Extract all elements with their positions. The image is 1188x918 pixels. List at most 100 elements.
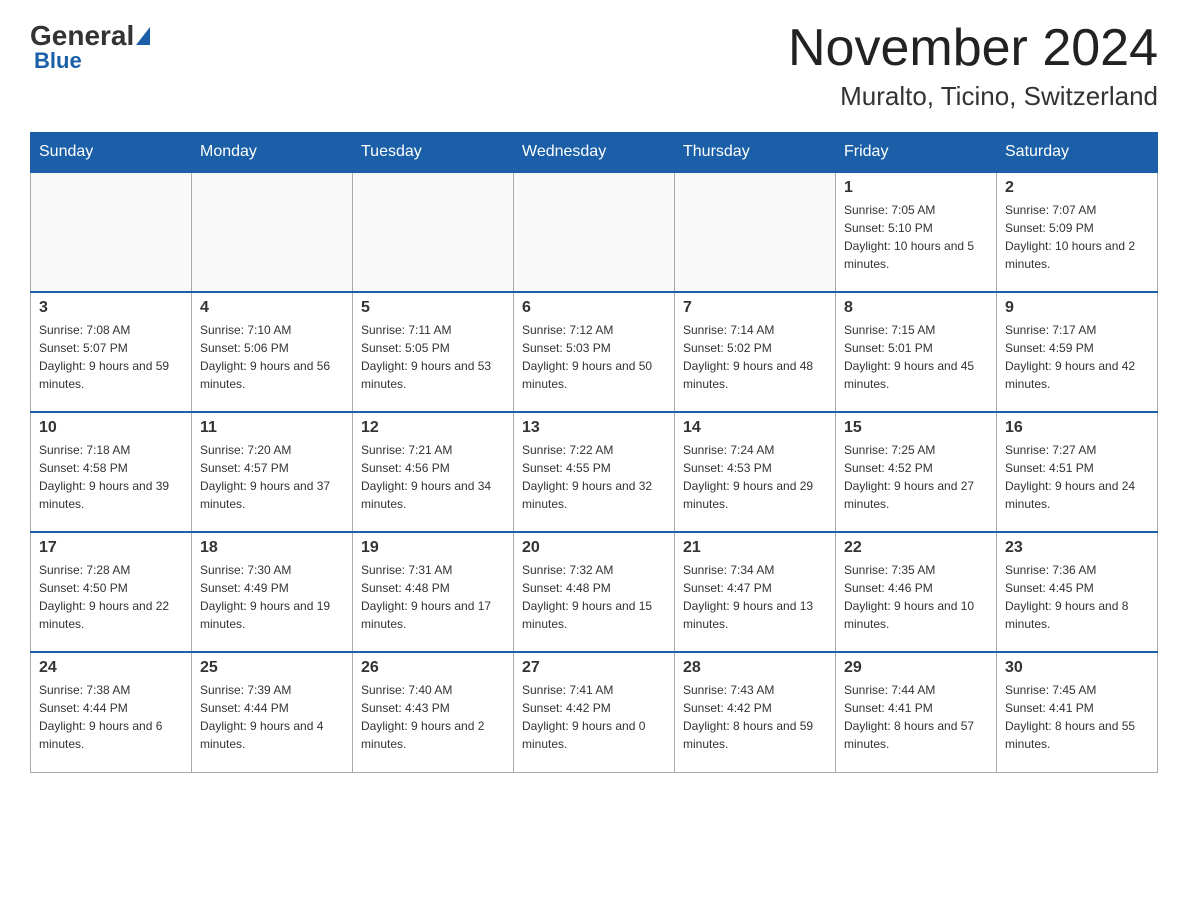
day-header-tuesday: Tuesday [353,133,514,173]
week-row-3: 10 Sunrise: 7:18 AMSunset: 4:58 PMDayligh… [31,412,1158,532]
day-info: Sunrise: 7:28 AMSunset: 4:50 PMDaylight:… [39,561,183,633]
day-info: Sunrise: 7:40 AMSunset: 4:43 PMDaylight:… [361,681,505,753]
logo-blue-text: Blue [34,48,82,74]
day-number: 21 [683,539,827,557]
day-info: Sunrise: 7:08 AMSunset: 5:07 PMDaylight:… [39,321,183,393]
day-header-monday: Monday [192,133,353,173]
calendar-cell: 13Sunrise: 7:22 AMSunset: 4:55 PMDayligh… [514,412,675,532]
calendar-cell: 30 Sunrise: 7:45 AMSunset: 4:41 PMDayligh… [997,652,1158,772]
day-number: 19 [361,539,505,557]
day-number: 22 [844,539,988,557]
calendar-cell [192,172,353,292]
calendar-cell: 29 Sunrise: 7:44 AMSunset: 4:41 PMDayligh… [836,652,997,772]
calendar-cell: 7 Sunrise: 7:14 AMSunset: 5:02 PMDaylight… [675,292,836,412]
week-row-5: 24 Sunrise: 7:38 AMSunset: 4:44 PMDayligh… [31,652,1158,772]
day-number: 6 [522,299,666,317]
day-number: 23 [1005,539,1149,557]
day-info: Sunrise: 7:31 AMSunset: 4:48 PMDaylight:… [361,561,505,633]
day-info: Sunrise: 7:12 AMSunset: 5:03 PMDaylight:… [522,321,666,393]
location-subtitle: Muralto, Ticino, Switzerland [788,81,1158,112]
day-number: 12 [361,419,505,437]
calendar-cell: 17 Sunrise: 7:28 AMSunset: 4:50 PMDayligh… [31,532,192,652]
day-info: Sunrise: 7:10 AMSunset: 5:06 PMDaylight:… [200,321,344,393]
calendar-cell: 23Sunrise: 7:36 AMSunset: 4:45 PMDayligh… [997,532,1158,652]
day-info: Sunrise: 7:18 AMSunset: 4:58 PMDaylight:… [39,441,183,513]
day-info: Sunrise: 7:24 AMSunset: 4:53 PMDaylight:… [683,441,827,513]
calendar-cell [514,172,675,292]
calendar-cell [353,172,514,292]
day-info: Sunrise: 7:07 AMSunset: 5:09 PMDaylight:… [1005,201,1149,273]
day-info: Sunrise: 7:14 AMSunset: 5:02 PMDaylight:… [683,321,827,393]
day-number: 18 [200,539,344,557]
calendar-cell: 28 Sunrise: 7:43 AMSunset: 4:42 PMDayligh… [675,652,836,772]
day-info: Sunrise: 7:20 AMSunset: 4:57 PMDaylight:… [200,441,344,513]
calendar-cell: 11 Sunrise: 7:20 AMSunset: 4:57 PMDayligh… [192,412,353,532]
calendar-cell: 1 Sunrise: 7:05 AMSunset: 5:10 PMDaylight… [836,172,997,292]
day-info: Sunrise: 7:41 AMSunset: 4:42 PMDaylight:… [522,681,666,753]
day-number: 28 [683,659,827,677]
day-header-wednesday: Wednesday [514,133,675,173]
calendar-cell: 26 Sunrise: 7:40 AMSunset: 4:43 PMDayligh… [353,652,514,772]
calendar-cell: 5Sunrise: 7:11 AMSunset: 5:05 PMDaylight… [353,292,514,412]
calendar-table: SundayMondayTuesdayWednesdayThursdayFrid… [30,132,1158,773]
day-number: 17 [39,539,183,557]
day-number: 24 [39,659,183,677]
calendar-cell [675,172,836,292]
day-info: Sunrise: 7:11 AMSunset: 5:05 PMDaylight:… [361,321,505,393]
day-info: Sunrise: 7:38 AMSunset: 4:44 PMDaylight:… [39,681,183,753]
logo-triangle-icon [136,27,150,45]
day-number: 15 [844,419,988,437]
logo: General Blue [30,20,150,74]
day-number: 29 [844,659,988,677]
calendar-cell [31,172,192,292]
day-info: Sunrise: 7:27 AMSunset: 4:51 PMDaylight:… [1005,441,1149,513]
day-number: 1 [844,179,988,197]
day-number: 14 [683,419,827,437]
day-header-thursday: Thursday [675,133,836,173]
day-header-friday: Friday [836,133,997,173]
calendar-cell: 18 Sunrise: 7:30 AMSunset: 4:49 PMDayligh… [192,532,353,652]
day-number: 4 [200,299,344,317]
day-number: 3 [39,299,183,317]
day-info: Sunrise: 7:05 AMSunset: 5:10 PMDaylight:… [844,201,988,273]
calendar-cell: 20 Sunrise: 7:32 AMSunset: 4:48 PMDayligh… [514,532,675,652]
day-number: 27 [522,659,666,677]
calendar-cell: 14 Sunrise: 7:24 AMSunset: 4:53 PMDayligh… [675,412,836,532]
day-info: Sunrise: 7:43 AMSunset: 4:42 PMDaylight:… [683,681,827,753]
day-info: Sunrise: 7:21 AMSunset: 4:56 PMDaylight:… [361,441,505,513]
calendar-cell: 2 Sunrise: 7:07 AMSunset: 5:09 PMDaylight… [997,172,1158,292]
day-info: Sunrise: 7:44 AMSunset: 4:41 PMDaylight:… [844,681,988,753]
day-header-saturday: Saturday [997,133,1158,173]
day-number: 20 [522,539,666,557]
day-number: 16 [1005,419,1149,437]
calendar-cell: 24 Sunrise: 7:38 AMSunset: 4:44 PMDayligh… [31,652,192,772]
page-header: General Blue November 2024 Muralto, Tici… [30,20,1158,112]
calendar-cell: 4 Sunrise: 7:10 AMSunset: 5:06 PMDaylight… [192,292,353,412]
calendar-header-row: SundayMondayTuesdayWednesdayThursdayFrid… [31,133,1158,173]
calendar-cell: 9Sunrise: 7:17 AMSunset: 4:59 PMDaylight… [997,292,1158,412]
title-section: November 2024 Muralto, Ticino, Switzerla… [788,20,1158,112]
day-number: 11 [200,419,344,437]
calendar-cell: 19 Sunrise: 7:31 AMSunset: 4:48 PMDayligh… [353,532,514,652]
calendar-cell: 8 Sunrise: 7:15 AMSunset: 5:01 PMDaylight… [836,292,997,412]
day-number: 7 [683,299,827,317]
day-info: Sunrise: 7:35 AMSunset: 4:46 PMDaylight:… [844,561,988,633]
day-number: 10 [39,419,183,437]
calendar-cell: 25Sunrise: 7:39 AMSunset: 4:44 PMDayligh… [192,652,353,772]
calendar-cell: 22 Sunrise: 7:35 AMSunset: 4:46 PMDayligh… [836,532,997,652]
day-number: 8 [844,299,988,317]
day-info: Sunrise: 7:32 AMSunset: 4:48 PMDaylight:… [522,561,666,633]
day-info: Sunrise: 7:25 AMSunset: 4:52 PMDaylight:… [844,441,988,513]
day-number: 25 [200,659,344,677]
day-number: 30 [1005,659,1149,677]
day-info: Sunrise: 7:45 AMSunset: 4:41 PMDaylight:… [1005,681,1149,753]
day-header-sunday: Sunday [31,133,192,173]
day-info: Sunrise: 7:30 AMSunset: 4:49 PMDaylight:… [200,561,344,633]
day-info: Sunrise: 7:17 AMSunset: 4:59 PMDaylight:… [1005,321,1149,393]
month-title: November 2024 [788,20,1158,77]
day-number: 2 [1005,179,1149,197]
calendar-cell: 15 Sunrise: 7:25 AMSunset: 4:52 PMDayligh… [836,412,997,532]
day-number: 26 [361,659,505,677]
day-info: Sunrise: 7:15 AMSunset: 5:01 PMDaylight:… [844,321,988,393]
day-info: Sunrise: 7:22 AMSunset: 4:55 PMDaylight:… [522,441,666,513]
